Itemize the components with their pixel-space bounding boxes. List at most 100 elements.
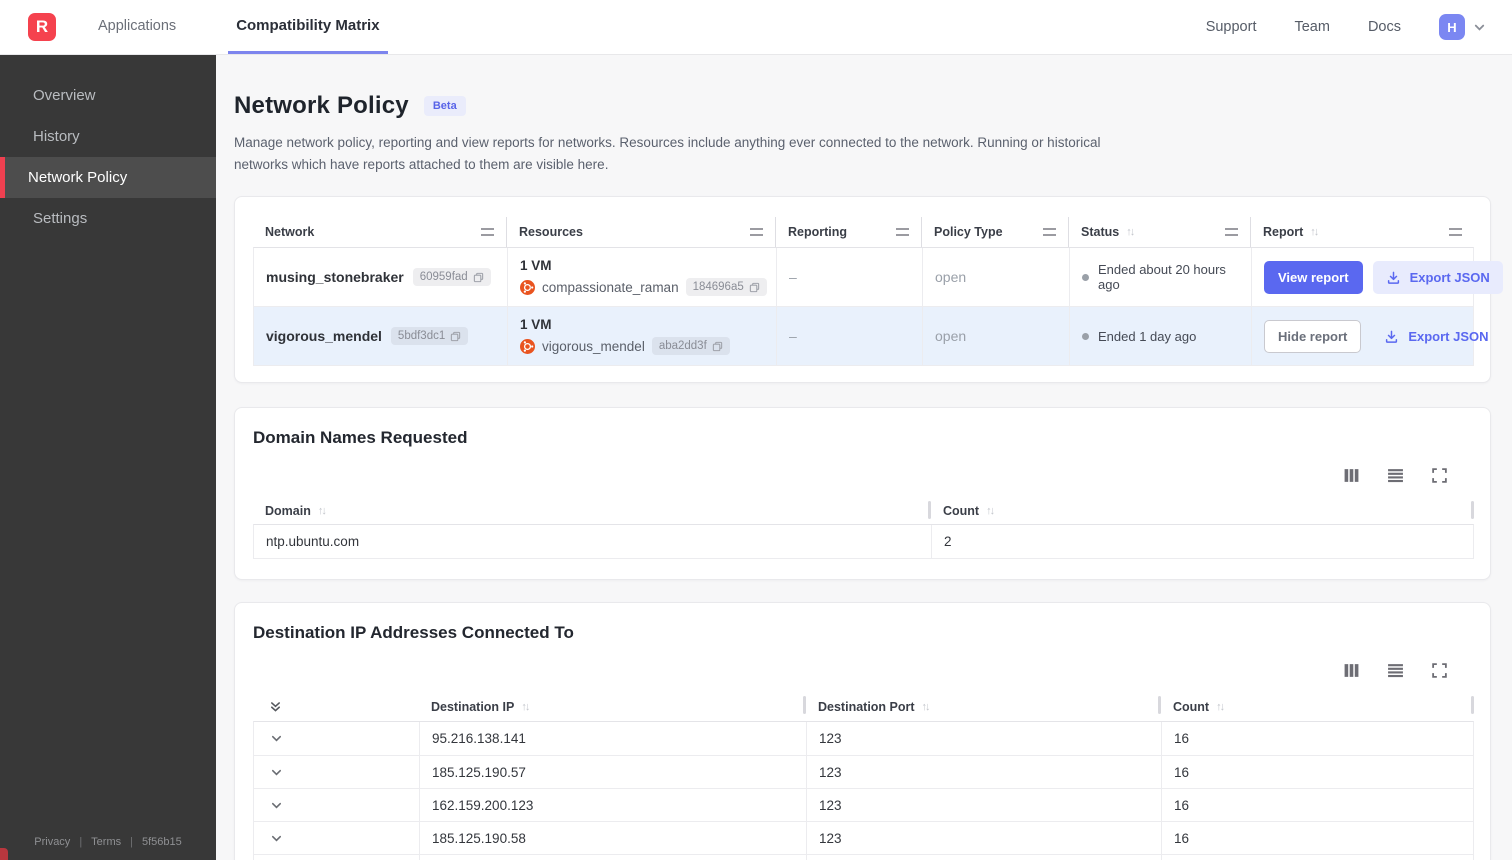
column-resize-handle[interactable] <box>1471 501 1474 520</box>
resources-count: 1 VM <box>520 258 552 274</box>
networks-table-header: Network Resources Reporting Policy Type … <box>253 217 1474 248</box>
columns-icon[interactable] <box>1343 467 1360 484</box>
sort-icon[interactable]: ↑↓ <box>1126 226 1135 238</box>
copy-icon[interactable] <box>450 331 461 342</box>
docs-link[interactable]: Docs <box>1368 19 1401 35</box>
ubuntu-icon <box>520 338 535 354</box>
expand-all-icon[interactable] <box>269 700 282 713</box>
avatar[interactable]: H <box>1439 14 1465 40</box>
support-link[interactable]: Support <box>1206 19 1257 35</box>
chevron-down-icon <box>1474 24 1485 31</box>
sidebar-item-settings[interactable]: Settings <box>0 198 216 239</box>
destinations-table-header: Destination IP ↑↓ Destination Port ↑↓ Co… <box>253 692 1474 721</box>
hide-report-button[interactable]: Hide report <box>1264 319 1362 353</box>
sidebar-item-history[interactable]: History <box>0 116 216 157</box>
domains-table: Domain ↑↓ Count ↑↓ ntp.ubuntu.com 2 <box>253 497 1474 560</box>
network-hash-badge: 60959fad <box>412 268 491 287</box>
network-cell: musing_stonebraker 60959fad <box>254 248 508 307</box>
domains-table-body: ntp.ubuntu.com 2 <box>253 524 1474 560</box>
destination-ip-cell: 162.159.200.123 <box>420 789 807 822</box>
column-header-reporting: Reporting <box>776 217 922 248</box>
drag-handle-icon[interactable] <box>481 228 494 237</box>
sort-icon[interactable]: ↑↓ <box>1310 226 1319 238</box>
sort-icon[interactable]: ↑↓ <box>1216 701 1225 713</box>
destination-port-cell: 123 <box>807 822 1162 855</box>
destination-port-cell: 123 <box>807 756 1162 789</box>
drag-handle-icon[interactable] <box>1043 228 1056 237</box>
table-row: 95.216.138.141 123 16 <box>254 722 1473 756</box>
destination-ip-cell: 185.125.190.57 <box>420 756 807 789</box>
chevron-down-icon[interactable] <box>270 766 283 779</box>
count-cell: 16 <box>1174 731 1190 747</box>
main-content: Network Policy Beta Manage network polic… <box>216 55 1512 860</box>
privacy-link[interactable]: Privacy <box>34 836 70 848</box>
sort-icon[interactable]: ↑↓ <box>521 701 530 713</box>
fullscreen-icon[interactable] <box>1431 662 1448 679</box>
destination-ip-cell: 95.216.100.21 <box>420 855 807 860</box>
copy-icon[interactable] <box>712 341 723 352</box>
resource-hash-badge: 184696a5 <box>685 278 767 297</box>
reporting-cell: – <box>777 307 923 366</box>
app-logo[interactable]: R <box>28 13 56 41</box>
table-row[interactable]: musing_stonebraker 60959fad 1 VM compass… <box>254 248 1503 307</box>
top-navbar: R Applications Compatibility Matrix Supp… <box>0 0 1512 55</box>
export-json-button[interactable]: Export JSON <box>1372 260 1503 294</box>
status-text: Ended about 20 hours ago <box>1098 262 1226 293</box>
expander-cell <box>254 855 420 860</box>
column-header-destination-port: Destination Port ↑↓ <box>806 692 1161 721</box>
column-header-status: Status ↑↓ <box>1069 217 1251 248</box>
column-header-domain: Domain ↑↓ <box>253 497 931 524</box>
network-name: musing_stonebraker <box>266 269 404 286</box>
team-link[interactable]: Team <box>1294 19 1329 35</box>
policy-type-cell: open <box>923 248 1070 307</box>
export-json-button[interactable]: Export JSON <box>1371 320 1501 353</box>
destination-ips-card: Destination IP Addresses Connected To De… <box>234 602 1491 860</box>
footer-divider: | <box>79 836 83 848</box>
count-cell: 16 <box>1162 855 1473 860</box>
copy-icon[interactable] <box>473 272 484 283</box>
tab-compatibility-matrix[interactable]: Compatibility Matrix <box>228 0 388 54</box>
fullscreen-icon[interactable] <box>1431 467 1448 484</box>
user-menu[interactable]: H <box>1439 14 1486 40</box>
chevron-down-icon[interactable] <box>270 832 283 845</box>
drag-handle-icon[interactable] <box>750 228 763 237</box>
copy-icon[interactable] <box>749 282 760 293</box>
networks-table-body: musing_stonebraker 60959fad 1 VM compass… <box>253 247 1503 367</box>
table-row[interactable]: vigorous_mendel 5bdf3dc1 1 VM vigorous_m… <box>254 306 1489 366</box>
sort-icon[interactable]: ↑↓ <box>922 701 931 713</box>
report-cell: Hide report Export JSON <box>1252 307 1512 365</box>
count-cell: 16 <box>1174 797 1190 813</box>
count-cell: 2 <box>944 534 952 550</box>
column-header-count: Count ↑↓ <box>931 497 1474 524</box>
chevron-down-icon[interactable] <box>270 732 283 745</box>
drag-handle-icon[interactable] <box>1225 228 1238 237</box>
drag-handle-icon[interactable] <box>896 228 909 237</box>
sort-icon[interactable]: ↑↓ <box>318 505 327 517</box>
columns-icon[interactable] <box>1343 662 1360 679</box>
expander-cell <box>254 722 420 756</box>
status-cell: Ended 1 day ago <box>1070 307 1252 366</box>
status-text: Ended 1 day ago <box>1098 328 1197 344</box>
view-report-button[interactable]: View report <box>1264 260 1363 294</box>
sidebar-item-network-policy[interactable]: Network Policy <box>0 157 216 198</box>
network-hash-badge: 5bdf3dc1 <box>390 327 469 346</box>
rows-icon[interactable] <box>1387 662 1404 679</box>
tab-applications[interactable]: Applications <box>90 0 184 54</box>
terms-link[interactable]: Terms <box>91 836 121 848</box>
top-nav-right: Support Team Docs H <box>1206 0 1486 54</box>
resource-name: compassionate_raman <box>542 279 679 295</box>
count-cell: 16 <box>1174 830 1190 846</box>
sort-icon[interactable]: ↑↓ <box>986 505 995 517</box>
destination-ip-cell: 185.125.190.58 <box>420 822 807 855</box>
sidebar-item-overview[interactable]: Overview <box>0 75 216 116</box>
page-header: Network Policy Beta <box>234 92 1491 120</box>
column-header-resources: Resources <box>507 217 776 248</box>
table-toolbar <box>253 662 1474 679</box>
chevron-down-icon[interactable] <box>270 799 283 812</box>
rows-icon[interactable] <box>1387 467 1404 484</box>
beta-badge: Beta <box>423 96 466 116</box>
table-row: ntp.ubuntu.com 2 <box>254 525 1473 559</box>
drag-handle-icon[interactable] <box>1449 228 1462 237</box>
column-resize-handle[interactable] <box>1471 696 1474 715</box>
expander-cell <box>254 822 420 855</box>
